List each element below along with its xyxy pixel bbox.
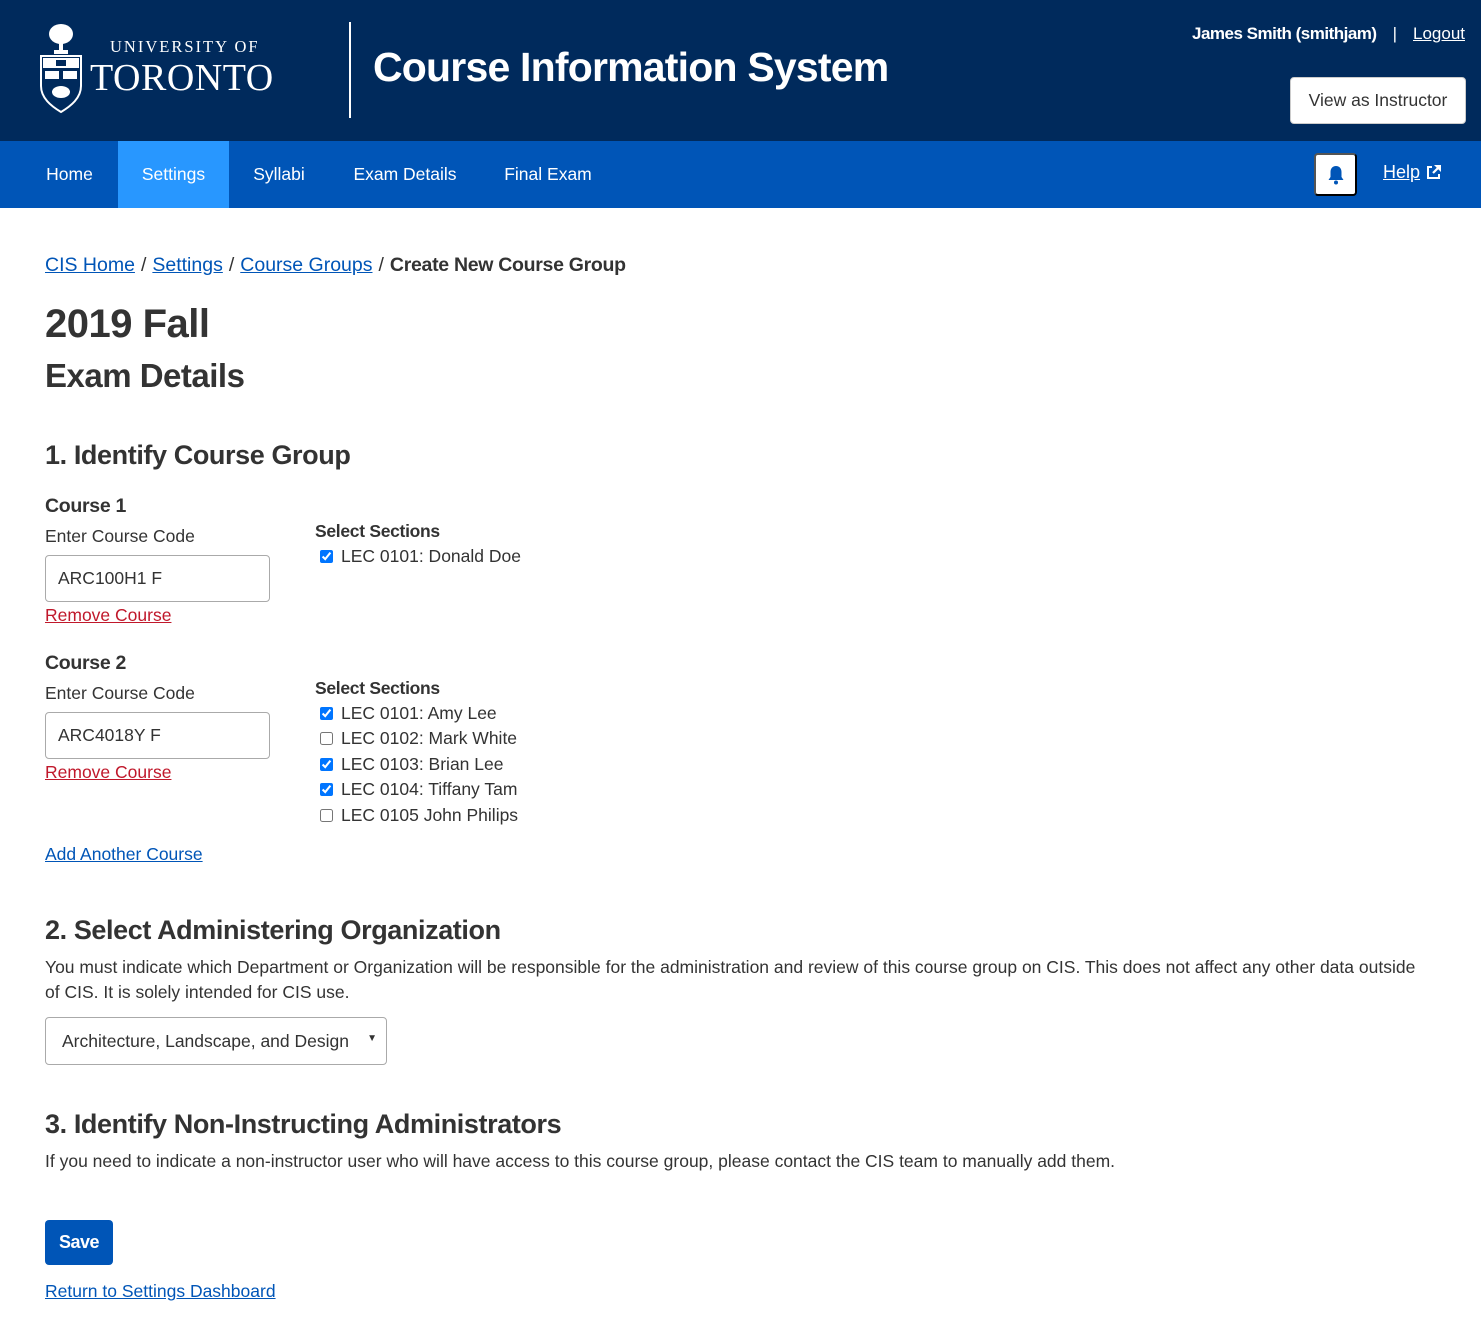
bell-icon [1328,165,1343,184]
user-separator: | [1392,24,1397,43]
crest-icon [40,24,82,114]
section-checkbox[interactable] [320,550,333,563]
breadcrumb-separator: / [378,254,384,276]
course-2-code-label: Enter Course Code [45,683,195,703]
breadcrumb: CIS Home / Settings / Course Groups / Create N… [45,254,626,277]
section-3-description: If you need to indicate a non-instructor… [45,1151,1116,1171]
external-link-icon [1427,165,1442,179]
section-checkbox[interactable] [320,783,333,796]
top-header: UNIVERSITY OF TORONTO Course Information… [0,0,1481,141]
course-2-remove-link[interactable]: Remove Course [45,762,171,783]
save-button[interactable]: Save [45,1220,113,1265]
course-2-section-option[interactable]: LEC 0101: Amy Lee [320,703,497,724]
course-1-label: Course 1 [45,495,127,517]
course-2-section-option[interactable]: LEC 0105 John Philips [320,805,518,826]
breadcrumb-course-groups[interactable]: Course Groups [240,254,372,276]
section-checkbox[interactable] [320,707,333,720]
section-label: LEC 0101: Donald Doe [341,546,521,566]
add-another-course-link[interactable]: Add Another Course [45,844,203,865]
section-checkbox[interactable] [320,732,333,745]
logo-line1: UNIVERSITY OF [110,36,260,56]
logout-link[interactable]: Logout [1413,24,1465,44]
organization-select[interactable]: Architecture, Landscape, and Design ▼ [45,1017,387,1065]
course-2-code-input[interactable] [45,712,270,759]
course-2-section-option[interactable]: LEC 0104: Tiffany Tam [320,779,517,800]
course-2-sections-label: Select Sections [315,678,440,698]
section-3-title: 3. Identify Non-Instructing Administrato… [45,1109,562,1139]
course-1-section-option[interactable]: LEC 0101: Donald Doe [320,546,521,567]
nav-item-exam-details[interactable]: Exam Details [329,141,481,208]
section-2-title: 2. Select Administering Organization [45,915,501,945]
section-label: LEC 0104: Tiffany Tam [341,779,518,799]
section-1-title: 1. Identify Course Group [45,440,351,470]
breadcrumb-separator: / [228,254,235,276]
app-title: Course Information System [373,44,889,90]
breadcrumb-settings[interactable]: Settings [152,254,222,276]
logo-line2: TORONTO [90,57,274,100]
page-subtitle: Exam Details [45,357,245,394]
organization-select-value: Architecture, Landscape, and Design [62,1030,349,1051]
term-title: 2019 Fall [45,302,210,346]
course-1-sections-label: Select Sections [315,521,440,541]
section-label: LEC 0101: Amy Lee [341,703,497,723]
section-checkbox[interactable] [320,758,333,771]
header-divider [349,22,351,118]
course-1-remove-link[interactable]: Remove Course [45,605,171,626]
breadcrumb-cis-home[interactable]: CIS Home [45,254,135,276]
dropdown-arrow-icon: ▼ [367,1033,377,1044]
notifications-button[interactable] [1314,153,1357,196]
nav-item-home[interactable]: Home [22,141,117,208]
help-link[interactable]: Help [1383,162,1442,183]
course-2-section-option[interactable]: LEC 0102: Mark White [320,728,517,749]
university-logo[interactable]: UNIVERSITY OF TORONTO [38,22,298,114]
user-name: James Smith (smithjam) [1192,24,1377,43]
nav-item-syllabi[interactable]: Syllabi [229,141,329,208]
section-checkbox[interactable] [320,809,333,822]
course-2-label: Course 2 [45,652,127,674]
breadcrumb-current: Create New Course Group [389,254,626,276]
return-to-settings-link[interactable]: Return to Settings Dashboard [45,1281,276,1302]
section-label: LEC 0105 John Philips [341,805,519,825]
section-label: LEC 0103: Brian Lee [341,754,504,774]
logo-text: UNIVERSITY OF TORONTO [90,36,274,100]
nav-item-settings[interactable]: Settings [118,141,229,208]
view-as-instructor-button[interactable]: View as Instructor [1290,77,1466,124]
course-2-section-option[interactable]: LEC 0103: Brian Lee [320,754,503,775]
user-area: James Smith (smithjam) | Logout [1192,24,1465,44]
help-label: Help [1383,162,1421,182]
main-nav: Home Settings Syllabi Exam Details Final… [0,141,1481,208]
section-2-description: You must indicate which Department or Or… [45,957,1416,1002]
nav-item-final-exam[interactable]: Final Exam [481,141,615,208]
course-1-code-input[interactable] [45,555,270,602]
breadcrumb-separator: / [140,254,147,276]
course-1-code-label: Enter Course Code [45,526,195,546]
section-label: LEC 0102: Mark White [341,728,518,748]
